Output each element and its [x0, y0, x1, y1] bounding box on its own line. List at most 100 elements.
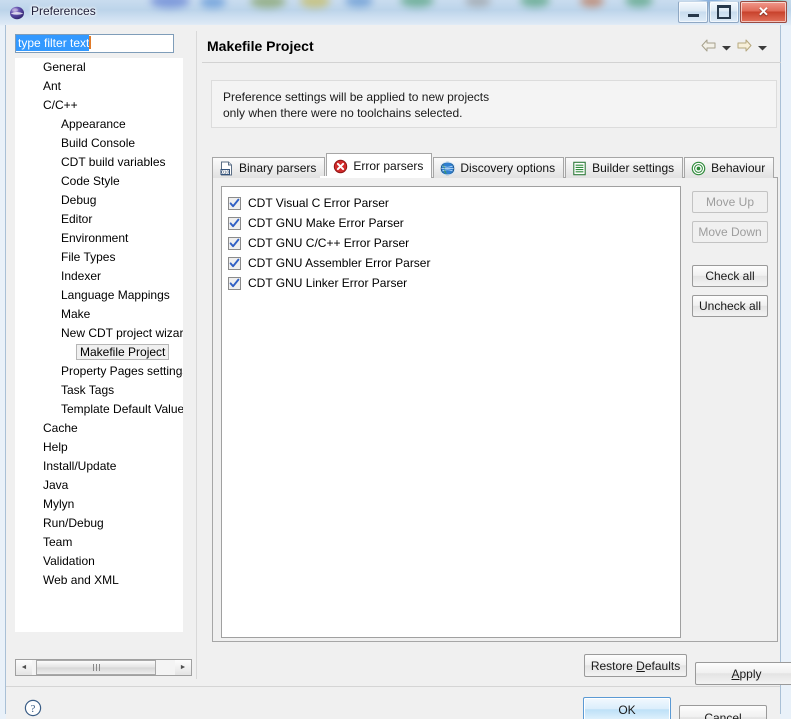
button-label: Check all — [705, 269, 755, 283]
apply-label: Apply — [731, 666, 762, 681]
tree-item-label: Run/Debug — [43, 516, 104, 530]
tree-item[interactable]: Make — [15, 305, 183, 324]
tree-item-label: Install/Update — [43, 459, 117, 473]
tab-behaviour[interactable]: Behaviour — [684, 157, 775, 178]
tree-item[interactable]: General — [15, 58, 183, 77]
header-divider — [202, 62, 781, 63]
error-parser-row[interactable]: CDT GNU C/C++ Error Parser — [228, 233, 680, 253]
tree-item-label: Cache — [43, 421, 78, 435]
tab-bar: 010 Binary parsers Error parsers Discovery … — [212, 153, 778, 178]
tree-item[interactable]: Language Mappings — [15, 286, 183, 305]
checkbox[interactable] — [228, 216, 241, 230]
tree-item[interactable]: Validation — [15, 552, 183, 571]
list-lines-icon — [572, 161, 587, 176]
arrow-right-icon[interactable] — [737, 39, 752, 55]
tab-label: Discovery options — [460, 161, 556, 175]
eclipse-sphere-icon — [9, 5, 25, 21]
tree-item[interactable]: Team — [15, 533, 183, 552]
error-parser-row[interactable]: CDT GNU Assembler Error Parser — [228, 253, 680, 273]
tab-label: Behaviour — [711, 161, 766, 175]
dialog-client-area: type filter text General Ant C/C++ Appearan… — [5, 25, 791, 719]
tree-item[interactable]: Code Style — [15, 172, 183, 191]
tree-item-label: Template Default Values — [61, 402, 183, 416]
restore-defaults-button[interactable]: Restore Defaults — [584, 654, 687, 677]
tree-item-label: New CDT project wizard — [61, 326, 183, 340]
tree-item[interactable]: File Types — [15, 248, 183, 267]
error-circle-icon — [333, 159, 348, 174]
tree-item-label: Indexer — [61, 269, 102, 283]
error-parser-label: CDT Visual C Error Parser — [248, 196, 389, 210]
button-label: Move Down — [698, 225, 762, 239]
scroll-right-arrow-icon[interactable]: ► — [175, 660, 191, 675]
svg-text:010: 010 — [221, 169, 229, 174]
window-title: Preferences — [31, 4, 96, 18]
tree-item[interactable]: Template Default Values — [15, 400, 183, 419]
tree-item[interactable]: Editor — [15, 210, 183, 229]
error-parser-label: CDT GNU Make Error Parser — [248, 216, 404, 230]
search-input[interactable]: type filter text — [15, 34, 174, 53]
tree-item[interactable]: Environment — [15, 229, 183, 248]
tab-discovery-options[interactable]: Discovery options — [433, 157, 565, 178]
tree-item[interactable]: Help — [15, 438, 183, 457]
error-parser-label: CDT GNU Linker Error Parser — [248, 276, 408, 290]
scrollbar-thumb[interactable] — [36, 660, 156, 675]
tree-item[interactable]: Ant — [15, 77, 183, 96]
tab-error-parsers[interactable]: Error parsers — [326, 153, 433, 178]
error-parser-row[interactable]: CDT GNU Make Error Parser — [228, 213, 680, 233]
scroll-left-arrow-icon[interactable]: ◄ — [16, 660, 32, 675]
title-bar[interactable]: Preferences ✕ — [0, 0, 791, 26]
uncheck-all-button[interactable]: Uncheck all — [692, 295, 768, 317]
window-controls: ✕ — [678, 1, 787, 23]
tree-item-label: Java — [43, 478, 69, 492]
tab-binary-parsers[interactable]: 010 Binary parsers — [212, 157, 326, 178]
tree-item[interactable]: C/C++ — [15, 96, 183, 115]
tab-builder-settings[interactable]: Builder settings — [565, 157, 684, 178]
tree-item[interactable]: Debug — [15, 191, 183, 210]
arrow-left-icon[interactable] — [701, 39, 716, 55]
tree-item[interactable]: Mylyn — [15, 495, 183, 514]
check-all-button[interactable]: Check all — [692, 265, 768, 287]
error-parser-row[interactable]: CDT Visual C Error Parser — [228, 193, 680, 213]
description-line-1: Preference settings will be applied to n… — [223, 90, 490, 104]
tree-item[interactable]: Property Pages settings — [15, 362, 183, 381]
tree-item[interactable]: Makefile Project — [15, 343, 183, 362]
tree-item-label: Mylyn — [43, 497, 75, 511]
error-parser-row[interactable]: CDT GNU Linker Error Parser — [228, 273, 680, 293]
tree-item[interactable]: Web and XML — [15, 571, 183, 590]
chevron-down-icon[interactable] — [758, 40, 767, 54]
ok-button[interactable]: OK — [583, 697, 671, 719]
preference-tree[interactable]: General Ant C/C++ Appearance Build Console CD… — [15, 58, 183, 632]
question-mark-help-icon[interactable]: ? — [24, 699, 42, 719]
checkbox[interactable] — [228, 256, 241, 270]
tree-item[interactable]: Indexer — [15, 267, 183, 286]
tree-item-label: Team — [43, 535, 73, 549]
cancel-button[interactable]: Cancel — [679, 705, 767, 719]
tree-item[interactable]: Task Tags — [15, 381, 183, 400]
chevron-down-icon[interactable] — [722, 40, 731, 54]
tree-horizontal-scrollbar[interactable]: ◄ ► — [15, 659, 192, 676]
tree-item[interactable]: Cache — [15, 419, 183, 438]
tree-item-label: Validation — [43, 554, 95, 568]
tree-item[interactable]: Run/Debug — [15, 514, 183, 533]
tree-item[interactable]: New CDT project wizard — [15, 324, 183, 343]
text-caret — [89, 36, 92, 49]
tree-item-label: Build Console — [61, 136, 136, 150]
checkbox[interactable] — [228, 236, 241, 250]
maximize-button[interactable] — [709, 1, 739, 23]
error-parsers-list[interactable]: CDT Visual C Error Parser CDT GNU Make Er… — [221, 186, 681, 638]
scrollbar-track[interactable] — [32, 660, 175, 675]
minimize-button[interactable] — [678, 1, 708, 23]
checkbox[interactable] — [228, 276, 241, 290]
close-button[interactable]: ✕ — [740, 1, 787, 23]
preferences-window: Preferences ✕ type filter text General An… — [0, 0, 791, 719]
checkbox[interactable] — [228, 196, 241, 210]
description-line-2: only when there were no toolchains selec… — [223, 106, 463, 120]
tree-item[interactable]: Java — [15, 476, 183, 495]
tree-item[interactable]: Install/Update — [15, 457, 183, 476]
tree-item[interactable]: Build Console — [15, 134, 183, 153]
tree-item-label: Make — [61, 307, 91, 321]
tree-item[interactable]: Appearance — [15, 115, 183, 134]
apply-button[interactable]: Apply — [695, 662, 791, 685]
tree-item-label: General — [43, 60, 86, 74]
tree-item[interactable]: CDT build variables — [15, 153, 183, 172]
